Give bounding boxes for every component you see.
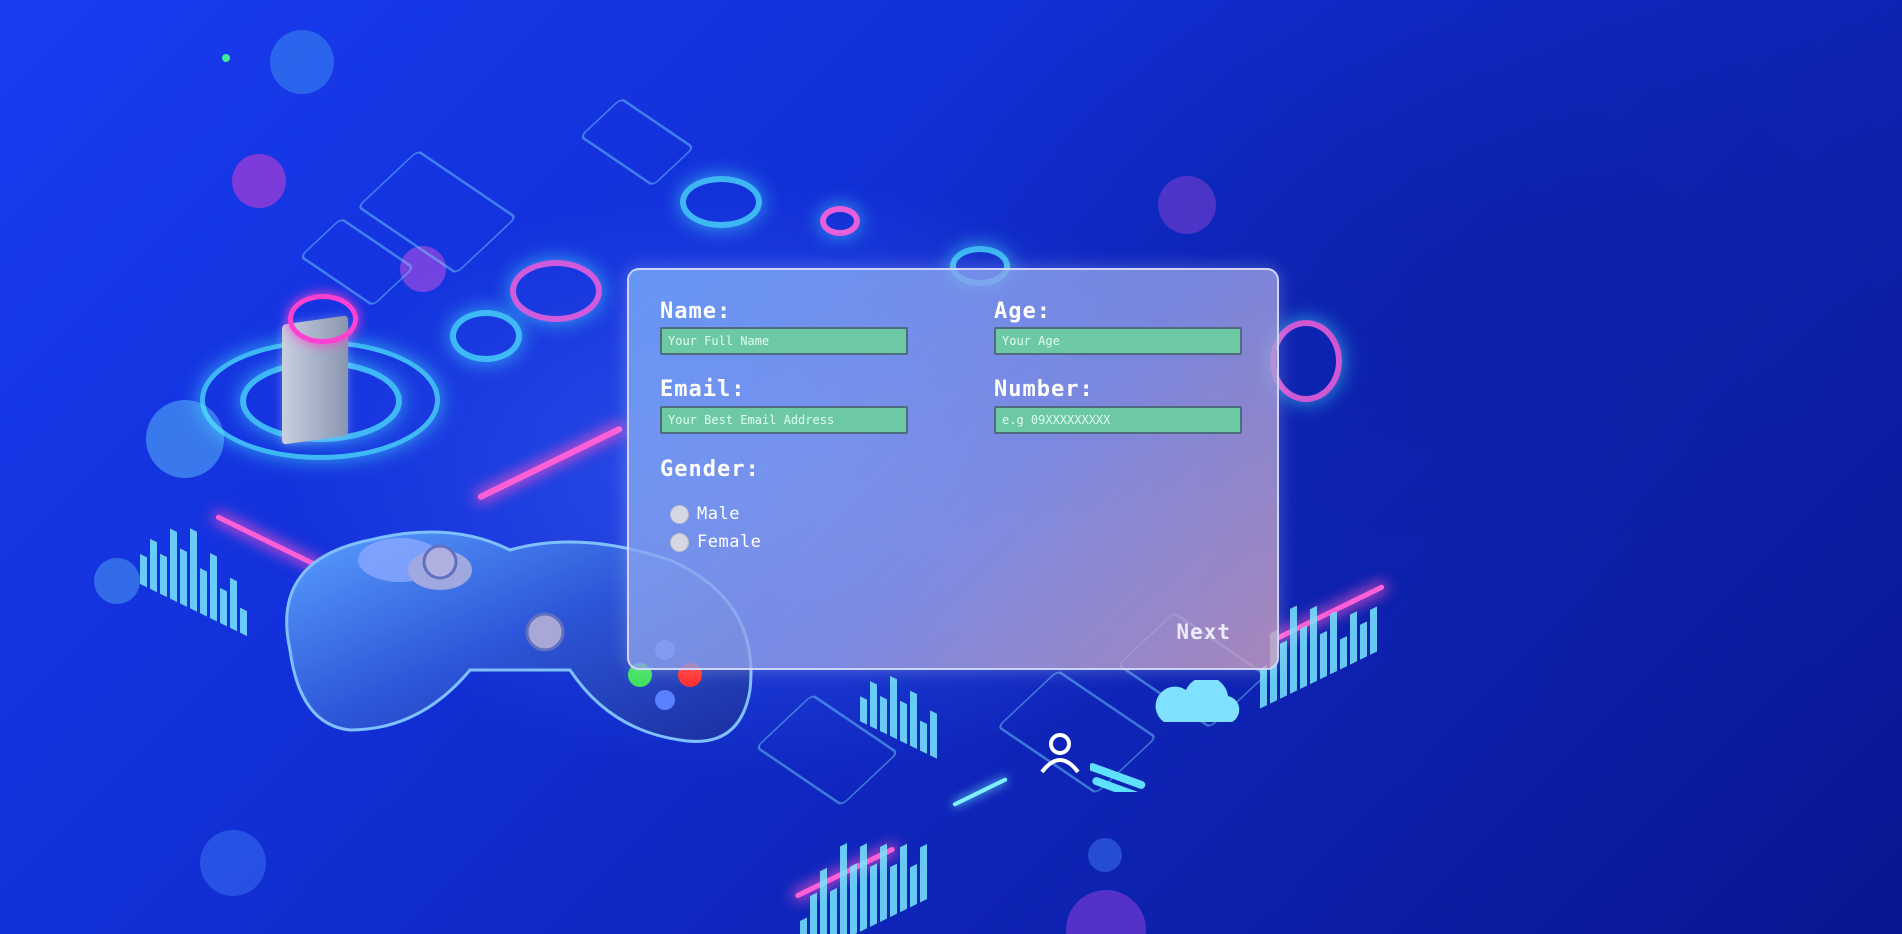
email-input[interactable] [660, 406, 908, 434]
tower-ring-icon [288, 294, 358, 344]
neon-line [476, 425, 624, 501]
age-label: Age: [994, 299, 1051, 324]
gender-option-male[interactable]: Male [670, 504, 740, 524]
bokeh-bubble [1158, 176, 1216, 234]
male-radio[interactable] [670, 504, 689, 524]
bokeh-bubble [200, 830, 266, 896]
hologram-ring [510, 260, 602, 322]
number-input[interactable] [994, 406, 1242, 434]
bokeh-bubble [270, 30, 334, 94]
email-label: Email: [660, 377, 746, 402]
number-label: Number: [994, 377, 1094, 402]
bokeh-bubble [1088, 838, 1122, 872]
gender-option-female[interactable]: Female [670, 532, 761, 552]
registration-form-panel: Name: Age: Email: Number: Gender: Male F… [627, 268, 1279, 670]
hologram-ring [680, 176, 762, 228]
circuit-tile [579, 97, 695, 187]
user-profile-icon [1036, 732, 1084, 774]
hologram-ring [820, 206, 860, 236]
equalizer-bars [800, 789, 927, 934]
male-label: Male [697, 504, 740, 524]
bokeh-bubble [1066, 890, 1146, 934]
female-radio[interactable] [670, 532, 689, 552]
neon-line [952, 777, 1008, 807]
next-button[interactable]: Next [1174, 616, 1233, 648]
profile-bars-icon [1088, 762, 1170, 807]
bokeh-bubble [222, 54, 230, 62]
hologram-ring [450, 310, 522, 362]
female-label: Female [697, 532, 762, 552]
name-input[interactable] [660, 327, 908, 355]
equalizer-bars [140, 494, 247, 637]
name-label: Name: [660, 299, 732, 324]
bokeh-bubble [232, 154, 286, 208]
gender-label: Gender: [660, 457, 760, 482]
hologram-ring [1270, 320, 1342, 402]
age-input[interactable] [994, 327, 1242, 355]
bokeh-bubble [94, 558, 140, 604]
cloud-icon [1150, 676, 1246, 724]
